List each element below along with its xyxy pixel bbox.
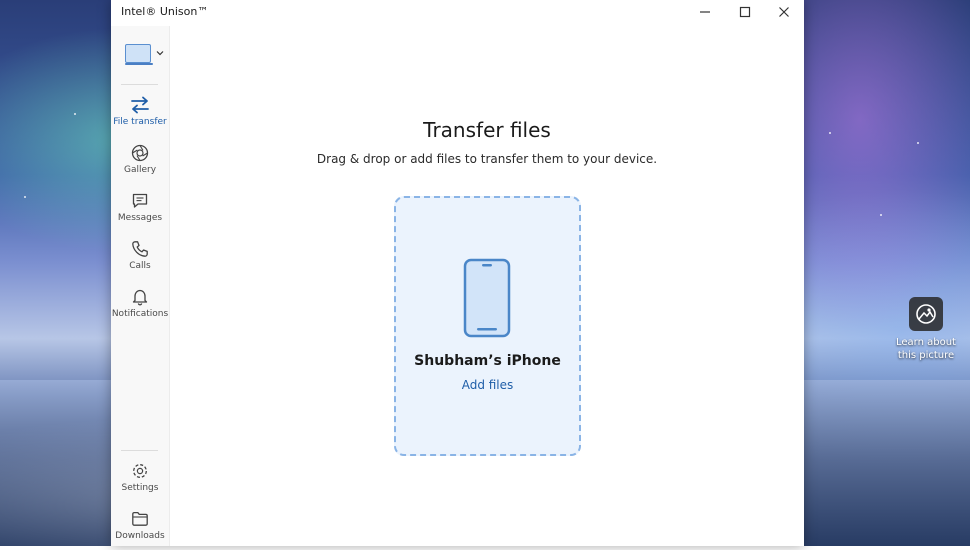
sidebar-item-messages[interactable]: Messages — [111, 188, 169, 232]
transfer-arrows-icon — [111, 92, 169, 114]
star — [74, 113, 76, 115]
laptop-icon — [125, 43, 151, 63]
star — [880, 214, 882, 216]
learn-about-picture-shortcut[interactable]: Learn about this picture — [895, 297, 957, 362]
maximize-icon — [739, 6, 751, 18]
chat-bubble-icon — [111, 188, 169, 210]
title-bar[interactable]: Intel® Unison™ — [111, 0, 804, 26]
sidebar-item-downloads[interactable]: Downloads — [111, 506, 169, 550]
bell-icon — [111, 284, 169, 306]
sidebar-item-label: File transfer — [113, 117, 167, 127]
minimize-icon — [700, 11, 710, 13]
sidebar-item-notifications[interactable]: Notifications — [111, 284, 169, 328]
minimize-button[interactable] — [685, 0, 725, 24]
sidebar-item-label: Settings — [121, 483, 159, 493]
phone-icon — [111, 236, 169, 258]
device-name: Shubham’s iPhone — [414, 353, 561, 369]
window-title: Intel® Unison™ — [121, 5, 209, 18]
star — [24, 196, 26, 198]
smartphone-icon — [463, 258, 511, 338]
sidebar-item-calls[interactable]: Calls — [111, 236, 169, 280]
camera-globe-icon — [909, 297, 943, 331]
main-content: Transfer files Drag & drop or add files … — [170, 26, 804, 546]
close-icon — [779, 7, 789, 17]
sidebar-item-label: Gallery — [123, 165, 157, 175]
selected-indicator — [125, 63, 153, 65]
sidebar-item-label: Downloads — [115, 531, 165, 541]
file-drop-zone[interactable]: Shubham’s iPhone Add files — [394, 196, 581, 456]
maximize-button[interactable] — [725, 0, 765, 24]
star — [917, 142, 919, 144]
folder-icon — [111, 506, 169, 528]
page-subtitle: Drag & drop or add files to transfer the… — [316, 152, 658, 166]
sidebar-item-label: Calls — [129, 261, 151, 271]
sidebar-item-file-transfer[interactable]: File transfer — [111, 92, 169, 136]
close-button[interactable] — [764, 0, 804, 24]
app-window: Intel® Unison™ File transfer Gallery Mes… — [111, 0, 804, 546]
sidebar: File transfer Gallery Messages Calls Not… — [111, 26, 170, 546]
sidebar-item-gallery[interactable]: Gallery — [111, 140, 169, 184]
gear-icon — [111, 458, 169, 480]
shortcut-label: Learn about this picture — [896, 337, 956, 361]
sidebar-item-settings[interactable]: Settings — [111, 458, 169, 502]
device-selector[interactable] — [125, 40, 167, 66]
add-files-link[interactable]: Add files — [396, 378, 579, 392]
sidebar-item-label: Notifications — [111, 309, 169, 319]
aperture-icon — [111, 140, 169, 162]
page-title: Transfer files — [423, 118, 551, 142]
divider — [121, 450, 158, 451]
star — [829, 132, 831, 134]
sidebar-item-label: Messages — [117, 213, 163, 223]
divider — [121, 84, 158, 85]
chevron-down-icon — [156, 51, 164, 56]
